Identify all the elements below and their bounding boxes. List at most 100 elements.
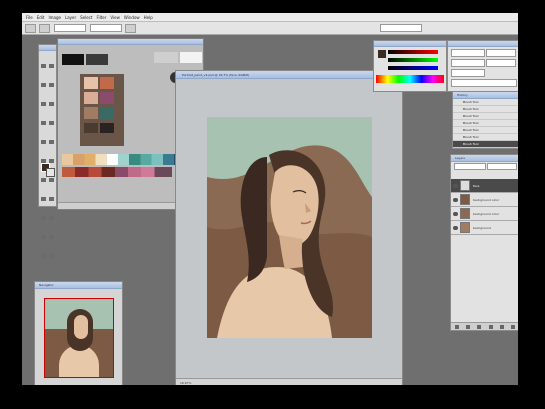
type-icon[interactable] (49, 197, 54, 201)
history-item[interactable]: Brush Tool (453, 106, 518, 113)
new-group-icon[interactable] (488, 324, 493, 329)
slice-icon[interactable] (49, 102, 54, 106)
swatch-terracotta[interactable] (100, 77, 114, 89)
history-item[interactable]: Brush Tool (453, 120, 518, 127)
swatch-dark-brown[interactable] (100, 123, 114, 133)
flow-field[interactable] (90, 24, 122, 32)
layer-row[interactable]: background (451, 221, 518, 235)
menu-window[interactable]: Window (124, 15, 140, 20)
layer-row[interactable]: background color (451, 207, 518, 221)
history-item-active[interactable]: Brush Tool (453, 141, 518, 148)
blue-slider[interactable] (388, 66, 438, 70)
link-layers-icon[interactable] (454, 324, 459, 329)
lasso-icon[interactable] (41, 83, 46, 87)
history-titlebar[interactable]: History (453, 92, 518, 99)
green-slider[interactable] (388, 58, 438, 62)
history-brush-icon[interactable] (49, 140, 54, 144)
menu-select[interactable]: Select (80, 15, 92, 20)
swatch-white[interactable] (180, 52, 202, 63)
preset-field-4[interactable] (486, 59, 516, 67)
healing-icon[interactable] (41, 121, 46, 125)
layer-row[interactable]: background color (451, 193, 518, 207)
color-spectrum-bar[interactable] (376, 75, 444, 83)
dodge-icon[interactable] (49, 178, 54, 182)
swatch-brown[interactable] (84, 123, 98, 133)
crop-icon[interactable] (41, 102, 46, 106)
magic-wand-icon[interactable] (49, 83, 54, 87)
layer-thumbnail (460, 194, 470, 205)
menu-layer[interactable]: Layer (65, 15, 76, 20)
layer-name: background (473, 225, 491, 230)
stamp-icon[interactable] (41, 140, 46, 144)
menu-help[interactable]: Help (144, 15, 153, 20)
history-item[interactable]: Brush Tool (453, 99, 518, 106)
eye-icon[interactable] (453, 211, 458, 216)
shape-icon[interactable] (49, 216, 54, 220)
history-item[interactable]: Brush Tool (453, 134, 518, 141)
trash-icon[interactable] (511, 324, 516, 329)
path-select-icon[interactable] (41, 216, 46, 220)
navigator-preview[interactable] (44, 298, 114, 378)
swatch-black[interactable] (62, 54, 84, 65)
layer-name: background color (473, 197, 500, 202)
red-slider[interactable] (388, 50, 438, 54)
swatch-skin-light[interactable] (84, 77, 98, 89)
palette-titlebar[interactable] (58, 39, 203, 45)
opacity-field[interactable] (54, 24, 86, 32)
portrait-painting[interactable] (207, 117, 372, 338)
zoom-icon[interactable] (49, 254, 54, 258)
swatch-skin-mid[interactable] (84, 92, 98, 104)
layer-style-icon[interactable] (465, 324, 470, 329)
blur-icon[interactable] (41, 178, 46, 182)
color-fg-chip[interactable] (378, 50, 386, 58)
layer-mask-icon[interactable] (477, 324, 482, 329)
opacity-select[interactable] (487, 163, 517, 170)
swatch-row-2[interactable] (62, 167, 172, 177)
zoom-status[interactable]: 16.67% (180, 381, 191, 385)
eye-icon[interactable] (453, 225, 458, 230)
menu-view[interactable]: View (110, 15, 120, 20)
menu-edit[interactable]: Edit (37, 15, 45, 20)
swatch-tan[interactable] (84, 107, 98, 119)
swatch-light-gray[interactable] (154, 52, 178, 63)
navigator-titlebar[interactable]: Navigator (35, 282, 122, 289)
layers-titlebar[interactable]: Layers (451, 155, 518, 162)
preset-field-2[interactable] (486, 49, 516, 57)
layer-thumbnail (460, 180, 470, 191)
preset-field-1[interactable] (451, 49, 485, 57)
eyedropper-icon[interactable] (49, 235, 54, 239)
eye-icon[interactable] (453, 183, 458, 188)
document-titlebar[interactable]: Portrait_paint_v4.psd @ 16.7% (face, RGB… (176, 71, 402, 79)
color-titlebar[interactable] (374, 41, 446, 47)
swatch-dark-gray[interactable] (86, 54, 108, 65)
menu-filter[interactable]: Filter (96, 15, 106, 20)
hand-icon[interactable] (41, 254, 46, 258)
brush-icon[interactable] (49, 121, 54, 125)
move-icon[interactable] (41, 64, 46, 68)
layer-row[interactable]: face (451, 179, 518, 193)
tool-preset-icon[interactable] (25, 23, 36, 33)
brush-preset-icon[interactable] (39, 23, 50, 33)
brushes-titlebar[interactable] (448, 41, 518, 47)
blend-mode-select[interactable] (454, 163, 486, 170)
brush-presets-panel (447, 40, 518, 92)
menu-file[interactable]: File (26, 15, 33, 20)
workspace-field[interactable] (380, 24, 422, 32)
preset-field-3[interactable] (451, 59, 485, 67)
eye-icon[interactable] (453, 197, 458, 202)
history-item[interactable]: Brush Tool (453, 127, 518, 134)
portrait-artwork (207, 117, 372, 338)
notes-icon[interactable] (41, 235, 46, 239)
menu-image[interactable]: Image (48, 15, 61, 20)
airbrush-icon[interactable] (125, 23, 136, 33)
history-item[interactable]: Brush Tool (453, 113, 518, 120)
preset-field-6[interactable] (451, 79, 517, 87)
history-item-label: Brush Tool (463, 121, 479, 125)
preset-field-5[interactable] (451, 69, 485, 77)
swatch-plum[interactable] (100, 92, 114, 104)
new-layer-icon[interactable] (499, 324, 504, 329)
background-color-swatch[interactable] (46, 168, 55, 177)
swatch-teal-dark[interactable] (100, 107, 114, 119)
marquee-icon[interactable] (49, 64, 54, 68)
pen-icon[interactable] (41, 197, 46, 201)
